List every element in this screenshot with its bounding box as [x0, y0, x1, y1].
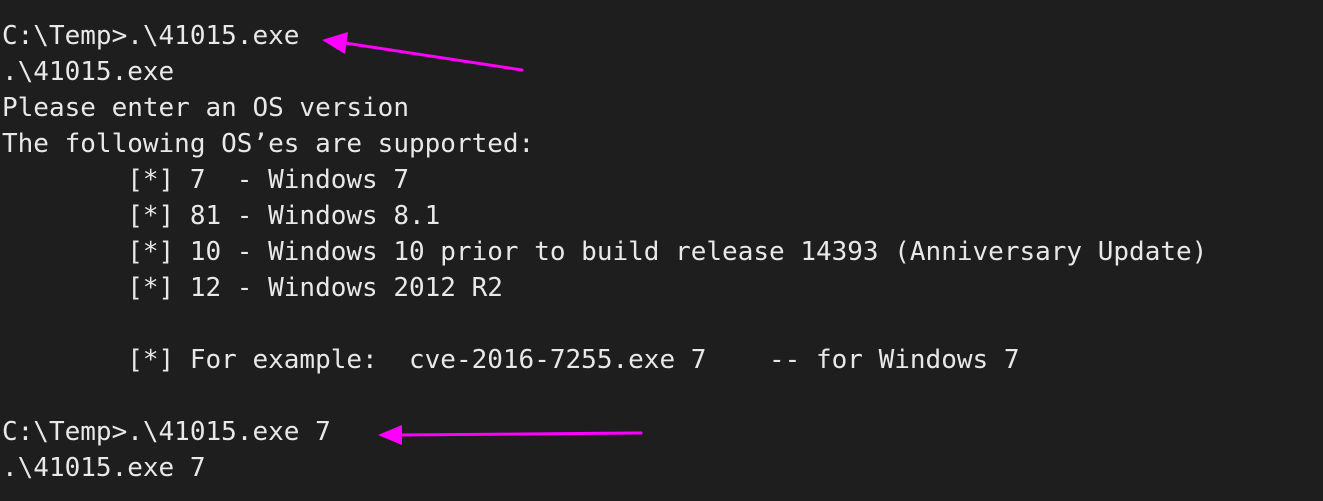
terminal-line-echo-1: .\41015.exe [2, 57, 175, 87]
terminal-line-os-win7: [*] 7 - Windows 7 [2, 165, 409, 195]
terminal-line-blank-1 [2, 306, 1323, 342]
terminal-line-prompt-message: Please enter an OS version [2, 93, 409, 123]
terminal-line-command-2: C:\Temp>.\41015.exe 7 [2, 417, 331, 447]
terminal-window[interactable]: C:\Temp>.\41015.exe .\41015.exe Please e… [0, 0, 1323, 501]
terminal-line-example: [*] For example: cve-2016-7255.exe 7 -- … [2, 345, 1020, 375]
terminal-line-os-win10: [*] 10 - Windows 10 prior to build relea… [2, 237, 1208, 267]
terminal-line-echo-2: .\41015.exe 7 [2, 453, 206, 483]
terminal-line-command-1: C:\Temp>.\41015.exe [2, 21, 300, 51]
terminal-line-os-win2012: [*] 12 - Windows 2012 R2 [2, 273, 503, 303]
terminal-line-supported-header: The following OS’es are supported: [2, 129, 535, 159]
terminal-line-blank-2 [2, 378, 1323, 414]
terminal-line-os-win81: [*] 81 - Windows 8.1 [2, 201, 441, 231]
